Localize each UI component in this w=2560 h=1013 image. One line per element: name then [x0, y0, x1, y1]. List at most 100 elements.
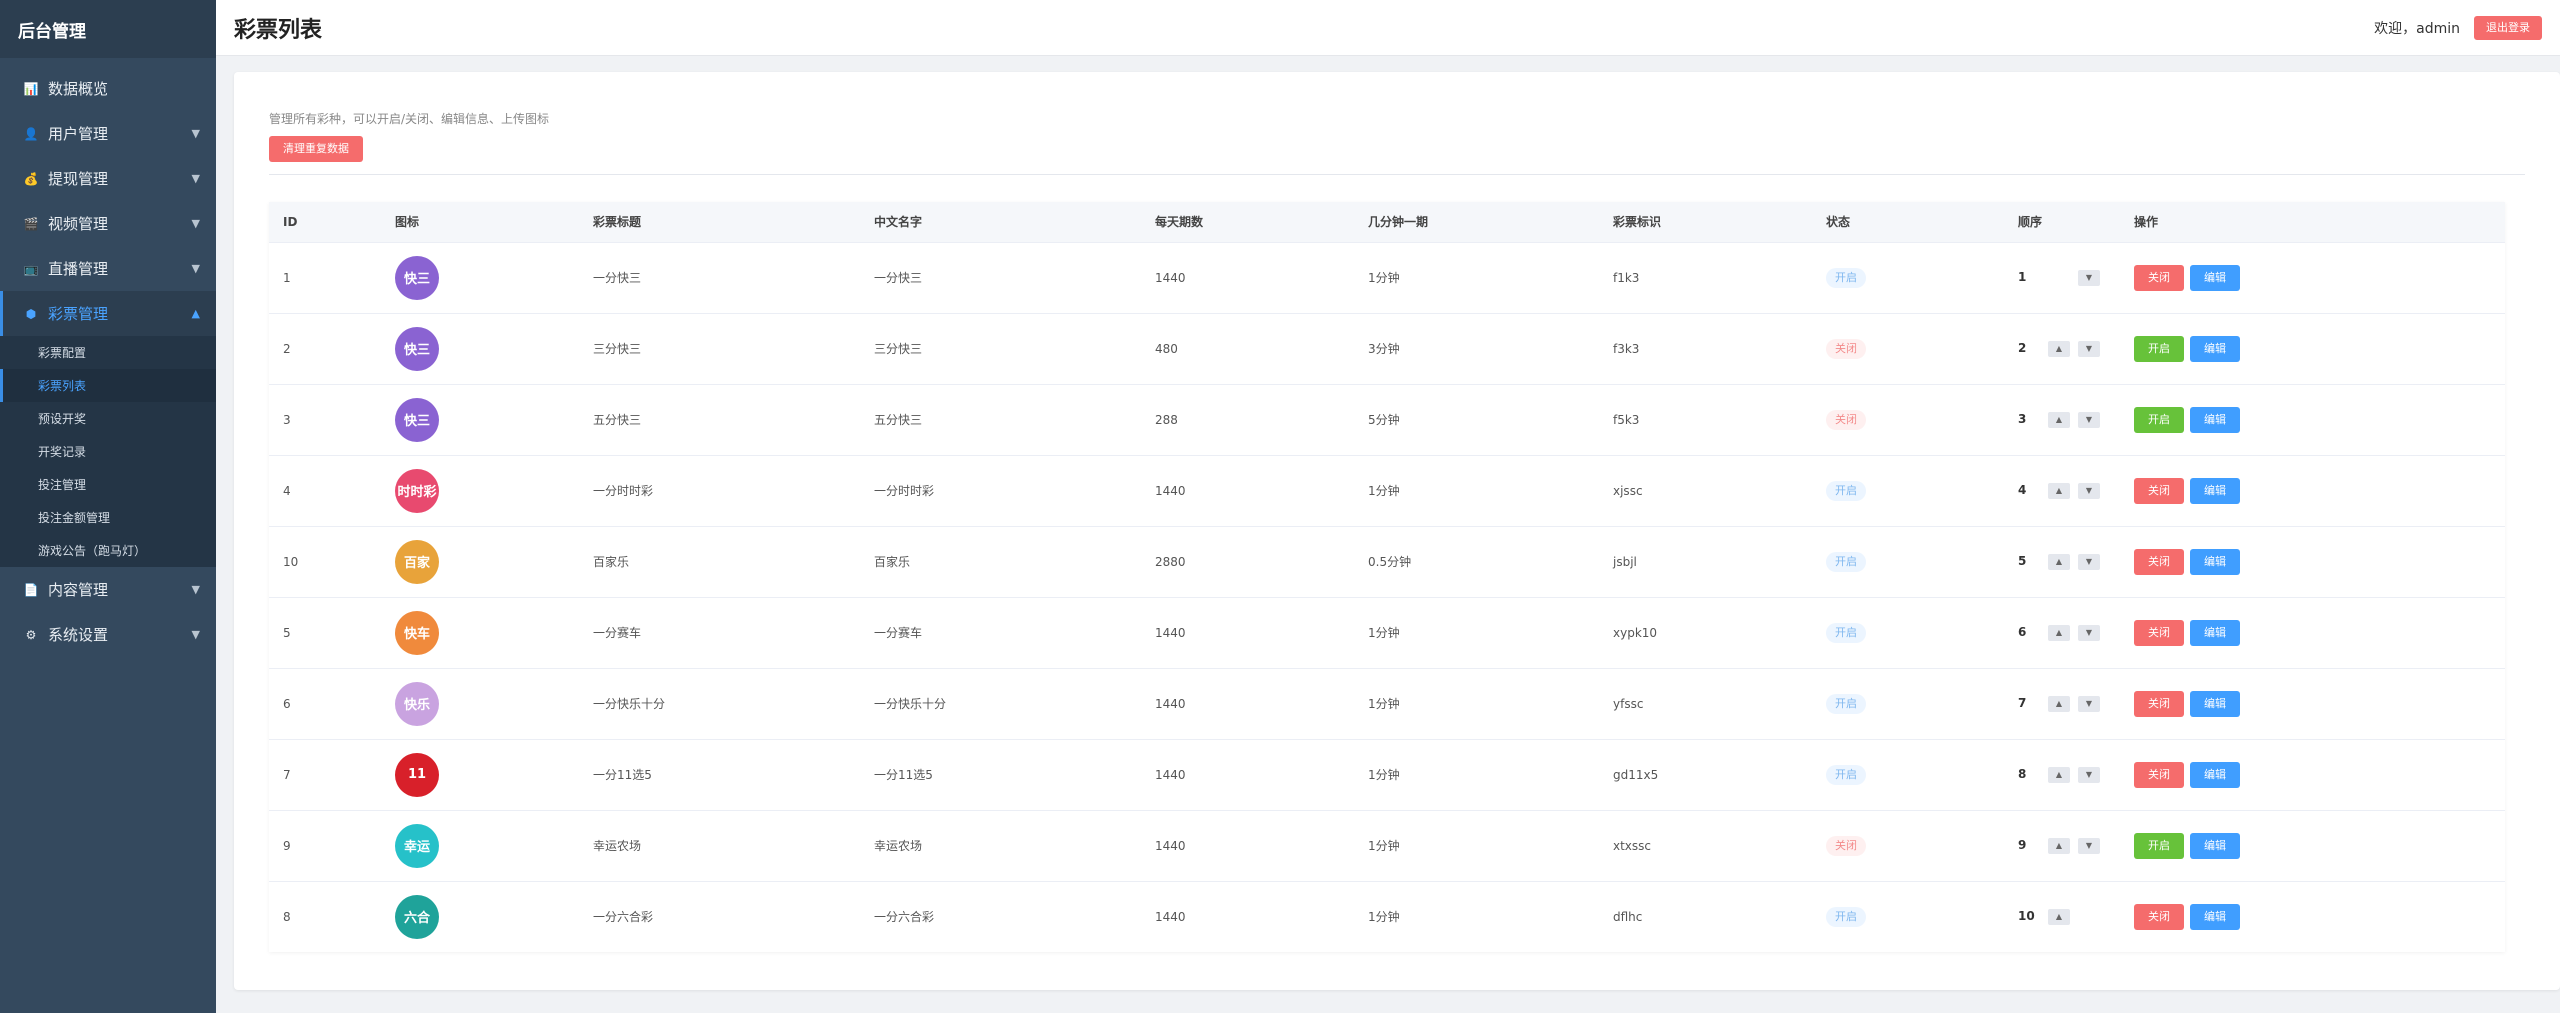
sidebar-item[interactable]: 📊 数据概览 — [0, 66, 216, 111]
move-down-button[interactable]: ▼ — [2078, 766, 2100, 783]
move-down-button[interactable]: ▼ — [2078, 411, 2100, 428]
status-badge: 开启 — [1826, 693, 1866, 714]
sidebar-item-label: 系统设置 — [48, 626, 109, 644]
move-down-button[interactable]: ▼ — [2078, 553, 2100, 570]
move-up-button[interactable]: ▲ — [2048, 340, 2070, 357]
table-row: 1 快三 一分快三 一分快三 1440 1分钟 f1k3 开启 1 ▼ 关闭 编辑 — [269, 242, 2505, 313]
column-header: 几分钟一期 — [1368, 215, 1429, 230]
edit-button[interactable]: 编辑 — [2190, 264, 2240, 291]
move-up-button[interactable]: ▲ — [2048, 482, 2070, 499]
toggle-status-button[interactable]: 关闭 — [2134, 264, 2184, 291]
cell-actions: 关闭 编辑 — [2120, 526, 2505, 597]
cell-actions: 开启 编辑 — [2120, 810, 2505, 881]
cell-status: 开启 — [1812, 739, 2004, 810]
cell-status: 开启 — [1812, 881, 2004, 952]
toggle-status-button[interactable]: 关闭 — [2134, 690, 2184, 717]
cell-actions: 开启 编辑 — [2120, 313, 2505, 384]
move-up-button[interactable]: ▲ — [2048, 553, 2070, 570]
submenu-item[interactable]: 彩票列表 — [0, 369, 216, 402]
order-number: 9 — [2018, 838, 2027, 852]
move-down-button[interactable]: ▼ — [2078, 695, 2100, 712]
panel-description: 管理所有彩种，可以开启/关闭、编辑信息、上传图标 — [269, 112, 550, 126]
cell-interval: 1分钟 — [1368, 697, 1400, 711]
move-down-button[interactable]: ▼ — [2078, 482, 2100, 499]
cell-id: 1 — [283, 270, 291, 285]
edit-button[interactable]: 编辑 — [2190, 548, 2240, 575]
move-up-button[interactable]: ▲ — [2048, 624, 2070, 641]
lottery-logo-icon: 六合 — [395, 894, 439, 939]
move-down-button[interactable]: ▼ — [2078, 624, 2100, 641]
submenu-item[interactable]: 投注金额管理 — [0, 501, 216, 534]
sidebar-item[interactable]: 🎬 视频管理 ▼ — [0, 201, 216, 246]
toggle-status-button[interactable]: 关闭 — [2134, 761, 2184, 788]
submenu-item[interactable]: 投注管理 — [0, 468, 216, 501]
menu-icon: ⚙ — [25, 627, 37, 642]
cell-logo: 百家 — [381, 526, 579, 597]
submenu-item[interactable]: 彩票配置 — [0, 336, 216, 369]
toggle-status-button[interactable]: 关闭 — [2134, 619, 2184, 646]
edit-button[interactable]: 编辑 — [2190, 690, 2240, 717]
submenu-item[interactable]: 预设开奖 — [0, 402, 216, 435]
edit-button[interactable]: 编辑 — [2190, 619, 2240, 646]
edit-button[interactable]: 编辑 — [2190, 832, 2240, 859]
lottery-logo-icon: 时时彩 — [395, 468, 439, 513]
cell-order: 2 ▲ ▼ — [2004, 313, 2120, 384]
cell-actions: 开启 编辑 — [2120, 384, 2505, 455]
move-up-button[interactable]: ▲ — [2048, 695, 2070, 712]
toggle-status-button[interactable]: 开启 — [2134, 832, 2184, 859]
edit-button[interactable]: 编辑 — [2190, 761, 2240, 788]
cell-logo: 11 — [381, 739, 579, 810]
cell-logo: 六合 — [381, 881, 579, 952]
cell-title: 一分快三 — [593, 271, 642, 285]
cell-cn-name: 一分赛车 — [874, 626, 923, 640]
move-up-button[interactable]: ▲ — [2048, 411, 2070, 428]
order-number: 5 — [2018, 554, 2027, 568]
move-down-button[interactable]: ▼ — [2078, 269, 2100, 286]
cell-cn-name: 幸运农场 — [874, 839, 923, 853]
submenu-item[interactable]: 开奖记录 — [0, 435, 216, 468]
sidebar-item[interactable]: 👤 用户管理 ▼ — [0, 111, 216, 156]
order-number: 4 — [2018, 483, 2027, 497]
sidebar-item[interactable]: 📺 直播管理 ▼ — [0, 246, 216, 291]
move-up-button[interactable]: ▲ — [2048, 837, 2070, 854]
cell-order: 7 ▲ ▼ — [2004, 668, 2120, 739]
move-down-button[interactable]: ▼ — [2078, 340, 2100, 357]
sidebar-item[interactable]: 📄 内容管理 ▼ — [0, 567, 216, 612]
table-row: 3 快三 五分快三 五分快三 288 5分钟 f5k3 关闭 3 ▲ ▼ 开启 编辑 — [269, 384, 2505, 455]
toggle-status-button[interactable]: 关闭 — [2134, 903, 2184, 930]
cell-id: 8 — [283, 909, 291, 924]
cell-status: 开启 — [1812, 242, 2004, 313]
edit-button[interactable]: 编辑 — [2190, 406, 2240, 433]
edit-button[interactable]: 编辑 — [2190, 477, 2240, 504]
column-header: 中文名字 — [874, 215, 923, 230]
toggle-status-button[interactable]: 开启 — [2134, 335, 2184, 362]
lottery-logo-icon: 11 — [395, 752, 439, 797]
cell-cn-name: 百家乐 — [874, 555, 911, 569]
cell-cn-name: 一分11选5 — [874, 768, 933, 782]
sidebar-item[interactable]: ⬢ 彩票管理 ▲ — [0, 291, 216, 336]
column-header: 状态 — [1826, 215, 1851, 230]
menu-icon: 👤 — [23, 126, 39, 141]
move-up-button[interactable]: ▲ — [2048, 908, 2070, 925]
clean-duplicates-button[interactable]: 清理重复数据 — [269, 136, 363, 162]
submenu-item[interactable]: 游戏公告（跑马灯） — [0, 534, 216, 567]
move-up-button[interactable]: ▲ — [2048, 766, 2070, 783]
cell-id: 4 — [283, 483, 291, 498]
logout-button[interactable]: 退出登录 — [2474, 15, 2542, 40]
cell-interval: 1分钟 — [1368, 271, 1400, 285]
toggle-status-button[interactable]: 关闭 — [2134, 548, 2184, 575]
cell-status: 开启 — [1812, 455, 2004, 526]
sidebar-item[interactable]: 💰 提现管理 ▼ — [0, 156, 216, 201]
chevron-down-icon: ▼ — [191, 127, 200, 140]
cell-order: 9 ▲ ▼ — [2004, 810, 2120, 881]
toggle-status-button[interactable]: 开启 — [2134, 406, 2184, 433]
toggle-status-button[interactable]: 关闭 — [2134, 477, 2184, 504]
move-down-button[interactable]: ▼ — [2078, 837, 2100, 854]
sidebar-item[interactable]: ⚙ 系统设置 ▼ — [0, 612, 216, 657]
edit-button[interactable]: 编辑 — [2190, 335, 2240, 362]
edit-button[interactable]: 编辑 — [2190, 903, 2240, 930]
cell-code: xtxssc — [1613, 838, 1652, 853]
order-number: 2 — [2018, 341, 2027, 355]
cell-actions: 关闭 编辑 — [2120, 242, 2505, 313]
chevron-down-icon: ▼ — [191, 262, 200, 275]
